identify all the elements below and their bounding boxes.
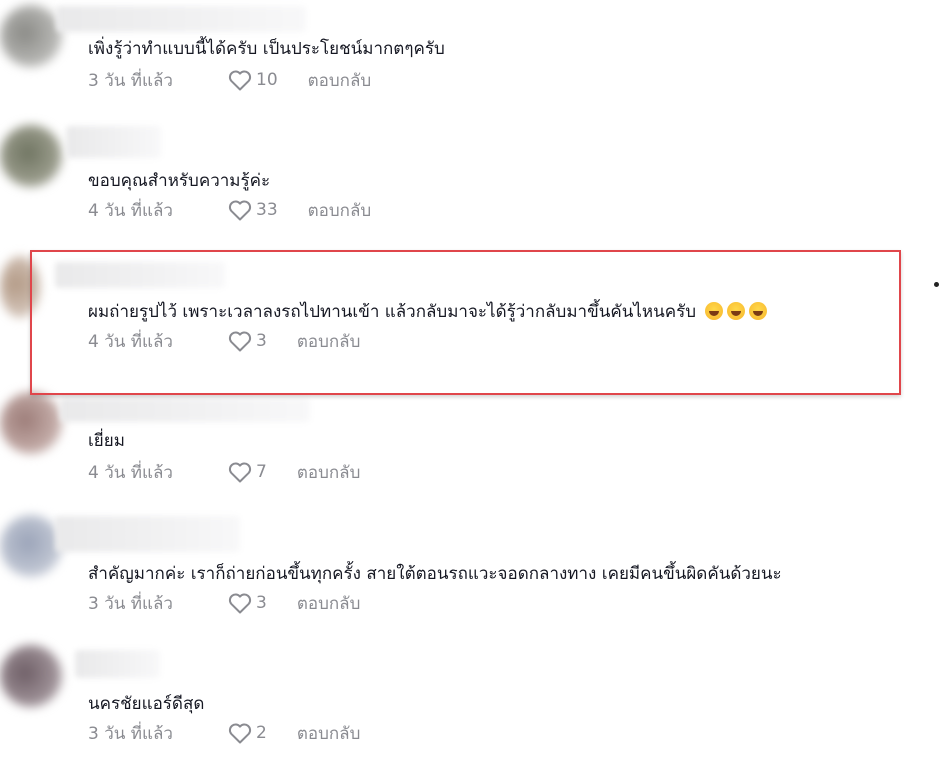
more-dot-icon[interactable] — [934, 282, 939, 287]
like-button[interactable]: 33 — [228, 199, 278, 221]
reply-button[interactable]: ตอบกลับ — [308, 67, 372, 94]
comment-time: 3 วัน ที่แล้ว — [88, 70, 173, 91]
comment-meta: 3 วัน ที่แล้ว 2 ตอบกลับ — [88, 721, 360, 745]
comment-time: 3 วัน ที่แล้ว — [88, 593, 173, 614]
highlight-box — [30, 250, 901, 395]
comment-meta: 3 วัน ที่แล้ว 10 ตอบกลับ — [88, 68, 371, 92]
heart-outline-icon — [228, 200, 252, 221]
avatar[interactable] — [0, 5, 62, 67]
like-count: 10 — [256, 70, 278, 90]
like-count: 3 — [256, 593, 267, 613]
comment-time: 4 วัน ที่แล้ว — [88, 200, 173, 221]
reply-button[interactable]: ตอบกลับ — [297, 590, 361, 617]
avatar[interactable] — [0, 125, 62, 187]
reply-button[interactable]: ตอบกลับ — [297, 459, 361, 486]
like-button[interactable]: 7 — [228, 461, 267, 483]
avatar[interactable] — [0, 392, 62, 454]
username-blurred[interactable] — [66, 126, 161, 158]
like-count: 33 — [256, 200, 278, 220]
reply-button[interactable]: ตอบกลับ — [297, 720, 361, 747]
username-blurred[interactable] — [60, 398, 310, 422]
like-button[interactable]: 10 — [228, 69, 278, 91]
reply-button[interactable]: ตอบกลับ — [308, 197, 372, 224]
comment-text: เพิ่งรู้ว่าทำแบบนี้ได้ครับ เป็นประโยชน์ม… — [88, 39, 445, 59]
like-count: 7 — [256, 462, 267, 482]
comment-text: ขอบคุณสำหรับความรู้ค่ะ — [88, 171, 271, 191]
heart-outline-icon — [228, 723, 252, 744]
heart-outline-icon — [228, 462, 252, 483]
heart-outline-icon — [228, 593, 252, 614]
username-blurred[interactable] — [56, 6, 306, 32]
comment-time: 3 วัน ที่แล้ว — [88, 723, 173, 744]
like-button[interactable]: 2 — [228, 722, 267, 744]
comment-text: เยี่ยม — [88, 431, 125, 451]
comment-meta: 4 วัน ที่แล้ว 33 ตอบกลับ — [88, 198, 371, 222]
comment-text: นครชัยแอร์ดีสุด — [88, 694, 205, 714]
comment-time: 4 วัน ที่แล้ว — [88, 462, 173, 483]
username-blurred[interactable] — [55, 516, 240, 552]
username-blurred[interactable] — [75, 650, 160, 678]
like-button[interactable]: 3 — [228, 592, 267, 614]
avatar[interactable] — [0, 515, 62, 577]
comment-meta: 3 วัน ที่แล้ว 3 ตอบกลับ — [88, 591, 360, 615]
avatar[interactable] — [0, 645, 62, 707]
comment-text: สำคัญมากค่ะ เราก็ถ่ายก่อนขึ้นทุกครั้ง สา… — [88, 564, 782, 584]
heart-outline-icon — [228, 70, 252, 91]
comment-meta: 4 วัน ที่แล้ว 7 ตอบกลับ — [88, 460, 360, 484]
like-count: 2 — [256, 723, 267, 743]
